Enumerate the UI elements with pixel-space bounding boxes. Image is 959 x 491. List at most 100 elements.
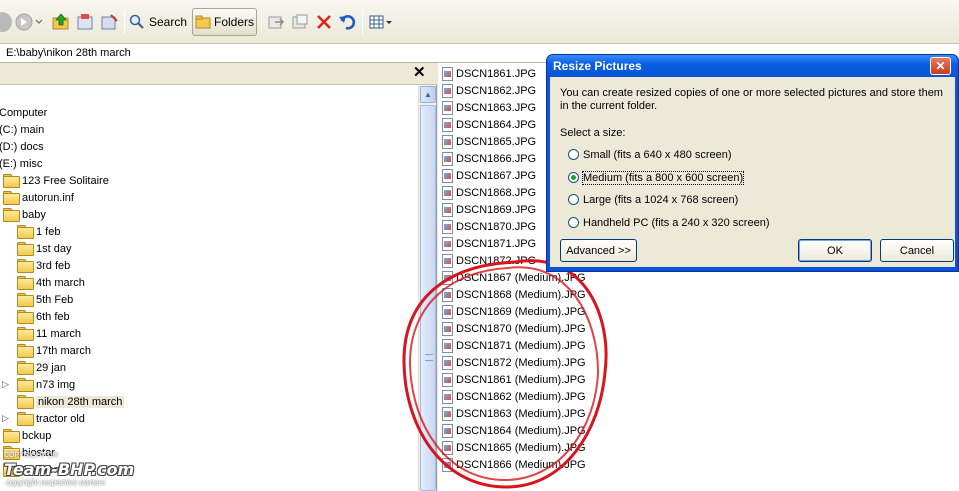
ok-button[interactable]: OK [798,239,872,262]
folder-icon [17,310,34,324]
size-select-label: Select a size: [560,127,626,139]
file-item[interactable]: DSCN1862 (Medium).JPG [442,388,586,405]
tree-item[interactable]: 123 Free Solitaire [3,172,109,189]
tree-item[interactable]: (C:) main [0,121,44,138]
tree-item[interactable]: tractor old [17,410,85,427]
folder-sync-icon[interactable] [74,8,96,36]
tree-item[interactable]: nikon 28th march [17,393,125,410]
file-item[interactable]: DSCN1867.JPG [442,167,536,184]
scroll-grip-icon [425,354,433,361]
undo-icon[interactable] [337,8,357,36]
file-item[interactable]: DSCN1870.JPG [442,218,536,235]
file-item[interactable]: DSCN1865.JPG [442,133,536,150]
folder-tree-scrollbar[interactable]: ▲ [418,85,436,491]
tree-item[interactable]: autorun.inf [3,189,74,206]
file-item[interactable]: DSCN1869 (Medium).JPG [442,303,586,320]
jpg-file-icon [442,151,453,166]
watermark-top-text: COPYRIGHT ON [4,452,58,459]
folder-icon [3,208,20,222]
close-icon[interactable]: ✕ [413,65,427,81]
file-item[interactable]: DSCN1868.JPG [442,184,536,201]
file-name: DSCN1868 (Medium).JPG [456,288,586,301]
size-option-label: Medium (fits a 800 x 600 screen) [581,170,745,185]
radio-large[interactable] [568,194,579,205]
delete-icon[interactable] [314,8,334,36]
tree-item[interactable]: baby [3,206,46,223]
folders-pane-header: ✕ [0,63,437,85]
tree-item[interactable]: 1 feb [17,223,60,240]
tree-item[interactable]: (E:) misc [0,155,42,172]
tree-item-label: (D:) docs [0,140,44,153]
file-item[interactable]: DSCN1862.JPG [442,82,536,99]
file-item[interactable]: DSCN1869.JPG [442,201,536,218]
file-name: DSCN1870.JPG [456,220,537,233]
tree-item-label: 1st day [36,242,72,255]
file-item[interactable]: DSCN1871 (Medium).JPG [442,337,586,354]
forward-icon[interactable] [12,8,46,36]
file-item[interactable]: DSCN1865 (Medium).JPG [442,439,586,456]
tree-item[interactable]: 29 jan [17,359,66,376]
radio-medium[interactable] [568,172,579,183]
tree-item-label: bckup [22,429,52,442]
size-option-large[interactable]: Large (fits a 1024 x 768 screen) [568,191,738,208]
tree-item[interactable]: 1st day [17,240,71,257]
file-item[interactable]: DSCN1872.JPG [442,252,536,269]
up-folder-icon[interactable] [50,8,72,36]
folder-options-icon[interactable] [98,8,120,36]
tree-item-label: tractor old [36,412,85,425]
jpg-file-icon [442,270,453,285]
size-option-handheld[interactable]: Handheld PC (fits a 240 x 320 screen) [568,214,770,231]
file-item[interactable]: DSCN1863.JPG [442,99,536,116]
views-icon[interactable] [368,8,394,36]
file-item[interactable]: DSCN1863 (Medium).JPG [442,405,586,422]
move-to-icon[interactable] [266,8,286,36]
close-icon[interactable]: ✕ [930,57,951,75]
folder-icon [17,412,34,426]
copy-to-icon[interactable] [290,8,310,36]
watermark-logo: Team-BHP.com [4,460,135,479]
file-name: DSCN1871.JPG [456,237,537,250]
toolbar: Search Folders [0,0,959,44]
radio-small[interactable] [568,149,579,160]
folders-button[interactable]: Folders [192,8,257,36]
file-name: DSCN1869.JPG [456,203,537,216]
folder-icon [17,293,34,307]
toolbar-separator [362,10,363,34]
folder-icon [17,395,34,409]
jpg-file-icon [442,389,453,404]
size-option-small[interactable]: Small (fits a 640 x 480 screen) [568,146,732,163]
scroll-thumb[interactable] [420,105,436,491]
tree-item[interactable]: n73 img [17,376,75,393]
file-name: DSCN1865 (Medium).JPG [456,441,586,454]
tree-item[interactable]: 5th Feb [17,291,73,308]
tree-item[interactable]: 11 march [17,325,81,342]
tree-item[interactable]: 6th feb [17,308,70,325]
tree-item[interactable]: 3rd feb [17,257,70,274]
file-item[interactable]: DSCN1870 (Medium).JPG [442,320,586,337]
file-name: DSCN1868.JPG [456,186,537,199]
cancel-button[interactable]: Cancel [880,239,954,262]
size-option-medium[interactable]: Medium (fits a 800 x 600 screen) [568,169,745,186]
tree-item[interactable]: bckup [3,427,51,444]
file-item[interactable]: DSCN1868 (Medium).JPG [442,286,586,303]
file-item[interactable]: DSCN1866 (Medium).JPG [442,456,586,473]
file-item[interactable]: DSCN1866.JPG [442,150,536,167]
file-item[interactable]: DSCN1871.JPG [442,235,536,252]
tree-item[interactable]: 17th march [17,342,91,359]
tree-item[interactable]: 4th march [17,274,85,291]
expand-arrow-icon[interactable]: ▷ [2,414,11,423]
file-item[interactable]: DSCN1864 (Medium).JPG [442,422,586,439]
scroll-up-icon[interactable]: ▲ [420,86,436,103]
file-name: DSCN1872 (Medium).JPG [456,356,586,369]
expand-arrow-icon[interactable]: ▷ [2,380,11,389]
tree-item[interactable]: (D:) docs [0,138,44,155]
file-item[interactable]: DSCN1861 (Medium).JPG [442,371,586,388]
file-item[interactable]: DSCN1872 (Medium).JPG [442,354,586,371]
folder-tree: Computer (C:) main (D:) docs (E:) misc 123 F… [0,85,418,491]
tree-item[interactable]: Computer [0,104,47,121]
file-item[interactable]: DSCN1864.JPG [442,116,536,133]
radio-handheld[interactable] [568,217,579,228]
file-item[interactable]: DSCN1861.JPG [442,65,536,82]
search-button[interactable]: Search [128,8,188,36]
advanced-button[interactable]: Advanced >> [560,239,637,262]
